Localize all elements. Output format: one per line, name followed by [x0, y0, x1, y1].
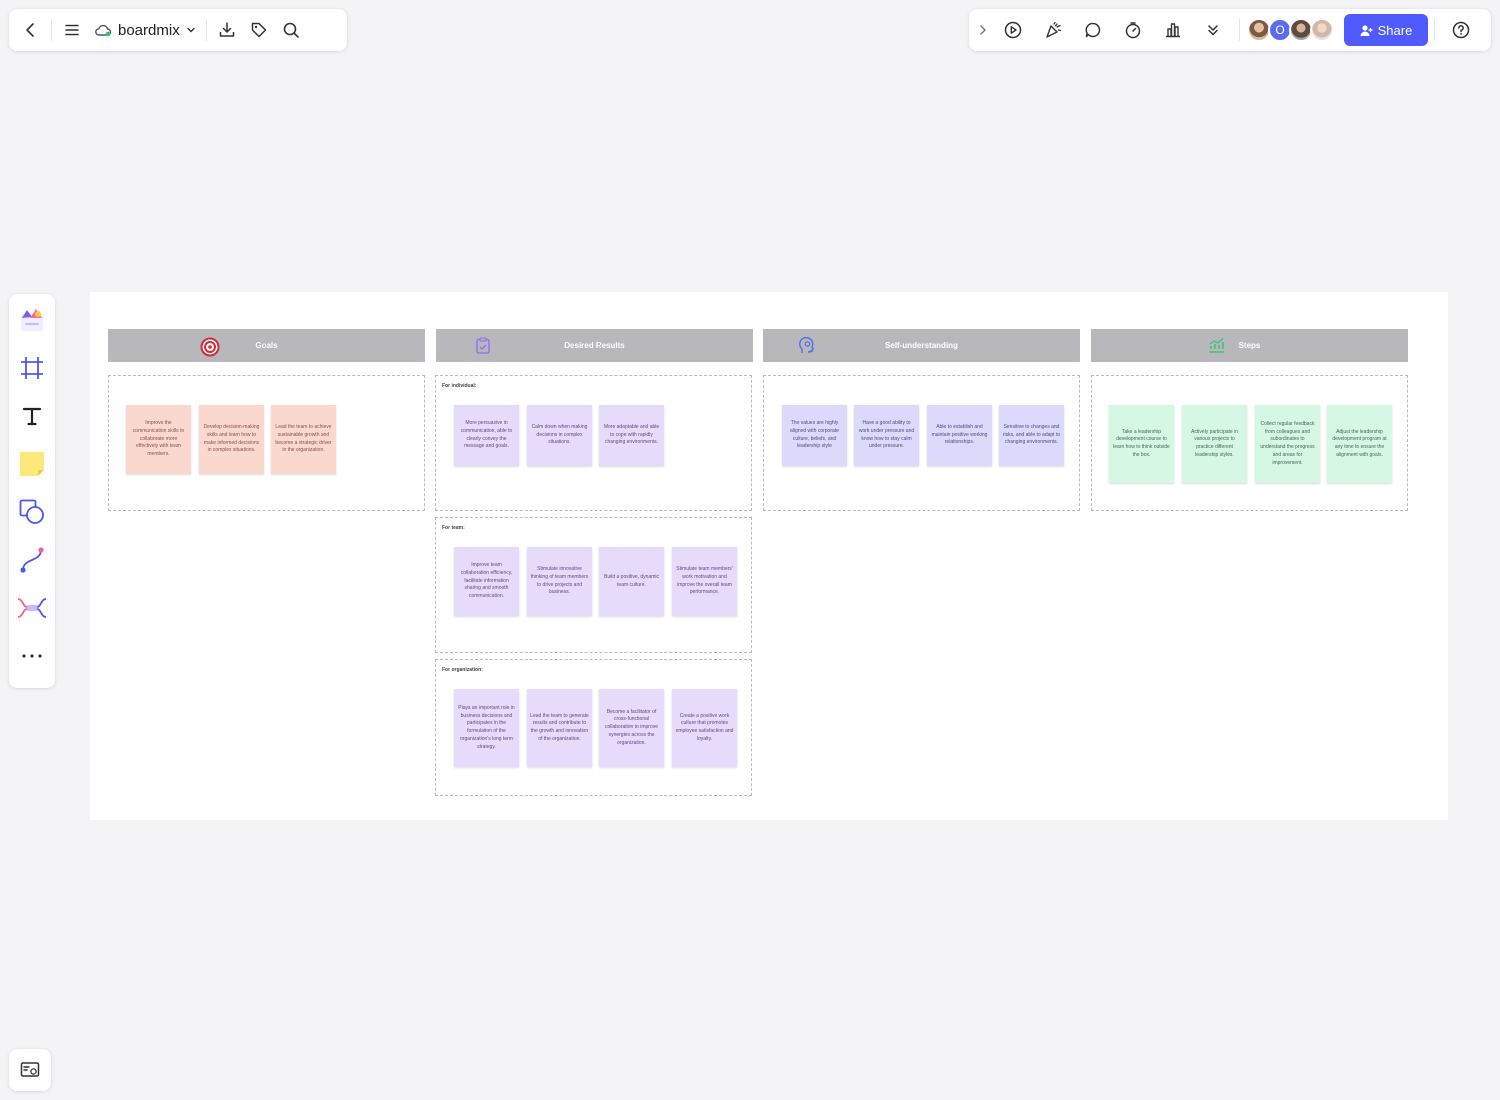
- divider: [51, 19, 52, 41]
- back-icon[interactable]: [15, 14, 47, 46]
- add-user-icon: [1360, 24, 1373, 37]
- head-icon: [799, 337, 815, 354]
- chart-up-icon: [1208, 337, 1225, 353]
- header-label: Self-understanding: [885, 341, 958, 350]
- celebrate-icon[interactable]: [1033, 14, 1073, 46]
- header-desired-results[interactable]: Desired Results: [436, 329, 753, 362]
- chevron-down-icon: [186, 25, 196, 35]
- sticky-note[interactable]: Plays an important role in business deci…: [454, 689, 519, 767]
- document-title: boardmix: [118, 21, 180, 39]
- sticky-note[interactable]: Improve the communication skills to coll…: [126, 405, 191, 474]
- cloud-icon: [94, 23, 112, 37]
- shape-icon[interactable]: [14, 494, 50, 530]
- templates-icon[interactable]: [14, 302, 50, 338]
- sticky-note[interactable]: Calm down when making decisions in compl…: [527, 405, 592, 466]
- sticky-note[interactable]: Able to establish and maintain positive …: [927, 405, 992, 466]
- sticky-note[interactable]: Improve team collaboration efficiency, f…: [454, 547, 519, 616]
- tool-rail: [9, 294, 55, 688]
- frame-icon[interactable]: [14, 350, 50, 386]
- sticky-note[interactable]: Actively participate in various projects…: [1182, 405, 1247, 483]
- sticky-note[interactable]: Develop decision-making skills and learn…: [199, 405, 264, 474]
- sticky-note[interactable]: Have a good ability to work under pressu…: [854, 405, 919, 466]
- sticky-note[interactable]: Adjust the leadership development progra…: [1327, 405, 1392, 483]
- sticky-note[interactable]: Lead the team to achieve sustainable gro…: [271, 405, 336, 474]
- comment-icon[interactable]: [1073, 14, 1113, 46]
- sticky-note-icon[interactable]: [14, 446, 50, 482]
- section-label: For organization:: [442, 667, 483, 673]
- vote-icon[interactable]: [1153, 14, 1193, 46]
- text-icon[interactable]: [14, 398, 50, 434]
- header-steps[interactable]: Steps: [1091, 329, 1408, 362]
- sticky-note[interactable]: More persuasive in communication, able t…: [454, 405, 519, 466]
- help-icon[interactable]: [1441, 14, 1481, 46]
- download-icon[interactable]: [211, 14, 243, 46]
- sticky-note[interactable]: Sensitive to changes and risks, and able…: [999, 405, 1064, 466]
- sticky-note[interactable]: Become a facilitator of cross-functional…: [599, 689, 664, 767]
- play-icon[interactable]: [993, 14, 1033, 46]
- tag-icon[interactable]: [243, 14, 275, 46]
- sticky-note[interactable]: Stimulate team members' work motivation …: [672, 547, 737, 616]
- sticky-note[interactable]: Collect regular feedback from colleagues…: [1255, 405, 1320, 483]
- divider: [205, 19, 207, 41]
- share-button[interactable]: Share: [1344, 14, 1428, 46]
- header-goals[interactable]: Goals: [108, 329, 425, 362]
- timer-icon[interactable]: [1113, 14, 1153, 46]
- menu-icon[interactable]: [56, 14, 88, 46]
- sticky-note[interactable]: Take a leadership development course to …: [1109, 405, 1174, 483]
- section-label: For team:: [442, 525, 465, 531]
- divider: [1239, 19, 1240, 41]
- header-label: Goals: [255, 341, 278, 350]
- sticky-note[interactable]: Create a positive work culture that prom…: [672, 689, 737, 767]
- share-label: Share: [1377, 22, 1413, 38]
- divider: [1434, 19, 1435, 41]
- whiteboard-frame[interactable]: Goals Desired Results Self-understanding…: [90, 292, 1448, 820]
- header-label: Desired Results: [564, 341, 625, 350]
- minimap-button[interactable]: [9, 1049, 51, 1091]
- top-right-toolbar: O Share: [969, 9, 1491, 51]
- sticky-note[interactable]: More adaptable and able to cope with rap…: [599, 405, 664, 466]
- target-icon: [200, 337, 220, 357]
- sticky-note[interactable]: Lead the team to generate results and co…: [527, 689, 592, 767]
- top-left-toolbar: boardmix: [9, 9, 347, 51]
- avatar[interactable]: [1310, 18, 1334, 42]
- sticky-note[interactable]: Stimulate innovative thinking of team me…: [527, 547, 592, 616]
- sticky-note[interactable]: The values are highly aligned with corpo…: [782, 405, 847, 466]
- connector-icon[interactable]: [14, 542, 50, 578]
- mindmap-icon[interactable]: [14, 590, 50, 626]
- header-label: Steps: [1238, 341, 1261, 350]
- chevron-right-icon[interactable]: [973, 14, 993, 46]
- minimap-icon: [20, 1061, 40, 1079]
- sticky-note[interactable]: Build a positive, dynamic team culture.: [599, 547, 664, 616]
- header-self-understanding[interactable]: Self-understanding: [763, 329, 1080, 362]
- search-icon[interactable]: [275, 14, 307, 46]
- more-down-icon[interactable]: [1193, 14, 1233, 46]
- more-icon[interactable]: [14, 638, 50, 674]
- collaborator-avatars[interactable]: O: [1247, 18, 1334, 42]
- section-label: For individual:: [442, 383, 477, 389]
- clipboard-icon: [476, 337, 490, 354]
- document-switcher[interactable]: boardmix: [88, 14, 202, 46]
